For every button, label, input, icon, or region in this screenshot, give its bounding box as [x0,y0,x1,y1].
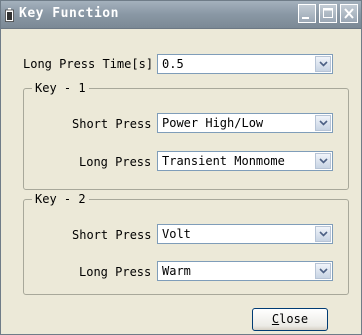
battery-icon [5,8,14,22]
key-2-long-press-value: Warm [162,264,191,278]
dialog-client-area: Long Press Time[s] 0.5 Key - 1 Short Pre… [1,29,361,334]
maximize-icon [323,8,333,18]
key-1-long-press-select[interactable]: Transient Monmome [157,151,333,171]
key-function-window: Key Function Long Press Time[s] 0.5 Key … [0,0,362,335]
key-1-group: Key - 1 [23,81,349,190]
title-bar[interactable]: Key Function [1,1,361,29]
key-1-long-press-label: Long Press [79,155,152,169]
chevron-down-icon[interactable] [315,226,331,242]
minimize-button[interactable] [298,4,316,23]
chevron-down-icon[interactable] [315,153,331,169]
close-window-button[interactable] [340,4,358,23]
key-1-short-press-value: Power High/Low [162,116,264,130]
maximize-button[interactable] [319,4,337,23]
close-button-label: lose [279,312,309,326]
key-1-long-press-value: Transient Monmome [162,154,285,168]
key-2-legend: Key - 2 [32,192,89,206]
key-1-short-press-label: Short Press [72,117,152,131]
key-2-short-press-value: Volt [162,227,191,241]
key-2-short-press-select[interactable]: Volt [157,224,333,244]
close-icon [344,8,354,19]
close-button[interactable]: Close [252,308,328,331]
window-title: Key Function [19,6,119,21]
long-press-time-value: 0.5 [162,57,184,71]
key-2-long-press-label: Long Press [79,265,152,279]
key-1-short-press-select[interactable]: Power High/Low [157,113,333,133]
minimize-icon [302,17,309,19]
chevron-down-icon[interactable] [315,56,331,72]
long-press-time-select[interactable]: 0.5 [157,54,333,74]
key-2-short-press-label: Short Press [72,228,152,242]
chevron-down-icon[interactable] [315,115,331,131]
chevron-down-icon[interactable] [315,263,331,279]
key-2-long-press-select[interactable]: Warm [157,261,333,281]
long-press-time-label: Long Press Time[s] [23,57,154,71]
key-1-legend: Key - 1 [32,81,89,95]
